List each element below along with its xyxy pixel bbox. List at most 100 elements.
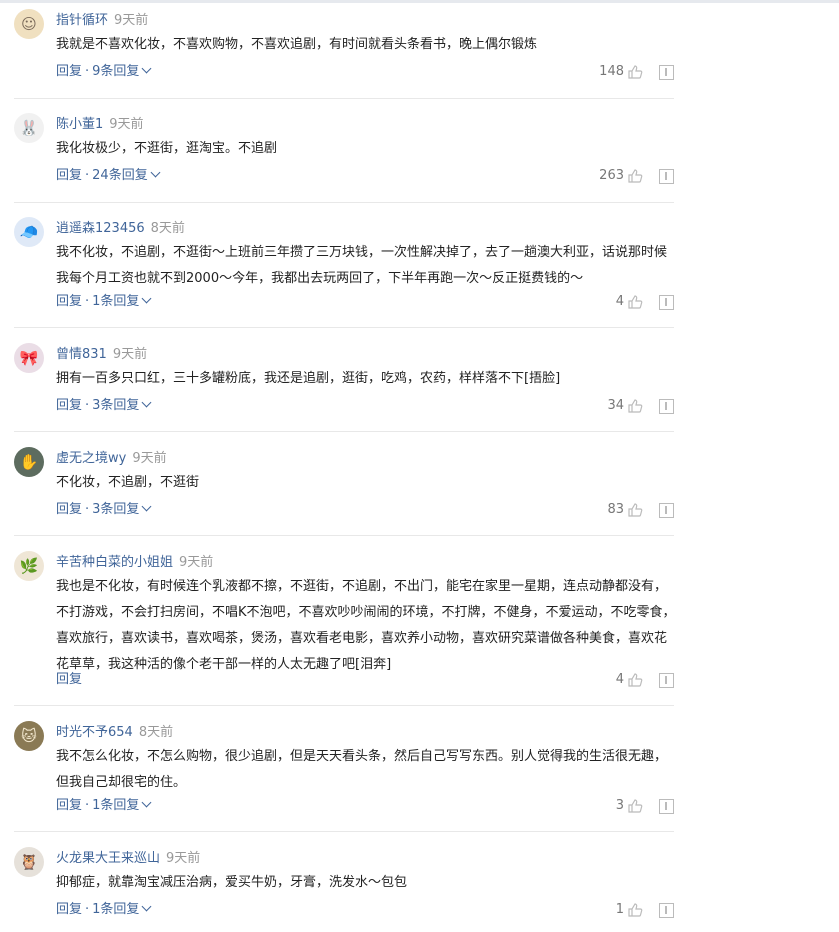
top-divider bbox=[0, 0, 839, 3]
user-avatar-icon[interactable]: 🌿 bbox=[14, 551, 44, 581]
replies-count: 1条回复 bbox=[92, 902, 140, 917]
chevron-down-icon bbox=[141, 293, 152, 304]
comment-item: 🦉 火龙果大王来巡山 9天前 抑郁症，就靠淘宝减压治病，爱买牛奶，牙膏，洗发水～包… bbox=[14, 847, 674, 931]
username[interactable]: 时光不予654 bbox=[56, 725, 133, 740]
timestamp: 9天前 bbox=[114, 13, 149, 28]
thumbs-up-icon[interactable] bbox=[627, 64, 643, 80]
comment-footer: 回复 · 9条回复 148 bbox=[56, 62, 674, 82]
comment-text: 抑郁症，就靠淘宝减压治病，爱买牛奶，牙膏，洗发水～包包 bbox=[56, 875, 408, 890]
separator-dot: · bbox=[85, 294, 90, 309]
thumbs-up-icon[interactable] bbox=[627, 294, 643, 310]
thumbs-up-icon[interactable] bbox=[627, 502, 643, 518]
report-icon[interactable] bbox=[659, 294, 674, 310]
like-count: 4 bbox=[615, 294, 624, 309]
separator-dot: · bbox=[85, 64, 90, 79]
reply-button[interactable]: 回复 bbox=[56, 168, 82, 183]
separator-dot: · bbox=[85, 502, 90, 517]
replies-count: 1条回复 bbox=[92, 798, 140, 813]
separator-dot: · bbox=[85, 798, 90, 813]
user-avatar-icon[interactable]: 🎀 bbox=[14, 343, 44, 373]
username[interactable]: 逍遥森123456 bbox=[56, 221, 145, 236]
user-avatar-icon[interactable]: ☺ bbox=[14, 9, 44, 39]
comment-item: 🧢 逍遥森123456 8天前 我不化妆，不追剧，不逛街～上班前三年攒了三万块钱，… bbox=[14, 217, 674, 328]
user-avatar-icon[interactable]: 🐰 bbox=[14, 113, 44, 143]
comment-footer: 回复 · 1条回复 3 bbox=[56, 796, 674, 816]
comment-item: ☺ 指针循环 9天前 我就是不喜欢化妆，不喜欢购物，不喜欢追剧，有时间就看头条看书… bbox=[14, 9, 674, 99]
report-icon[interactable] bbox=[659, 398, 674, 414]
user-avatar-icon[interactable]: 🦉 bbox=[14, 847, 44, 877]
separator-dot: · bbox=[85, 168, 90, 183]
view-replies-button[interactable]: 3条回复 bbox=[92, 501, 152, 517]
comment-text: 我也是不化妆，有时候连个乳液都不擦，不逛街，不追剧，不出门，能宅在家里一星期，连… bbox=[56, 579, 676, 672]
replies-count: 9条回复 bbox=[92, 64, 140, 79]
comment-footer: 回复 · 3条回复 34 bbox=[56, 396, 674, 416]
report-icon[interactable] bbox=[659, 672, 674, 688]
thumbs-up-icon[interactable] bbox=[627, 902, 643, 918]
like-count: 3 bbox=[615, 798, 624, 813]
reply-button[interactable]: 回复 bbox=[56, 294, 82, 309]
comment-text: 我不怎么化妆，不怎么购物，很少追剧，但是天天看头条，然后自己写写东西。别人觉得我… bbox=[56, 749, 668, 790]
like-count: 4 bbox=[615, 672, 624, 687]
chevron-down-icon bbox=[141, 901, 152, 912]
comment-item: ✋ 虚无之境wy 9天前 不化妆，不追剧，不逛街 回复 · 3条回复 83 bbox=[14, 447, 674, 536]
comment-text: 我就是不喜欢化妆，不喜欢购物，不喜欢追剧，有时间就看头条看书，晚上偶尔锻炼 bbox=[56, 37, 538, 52]
chevron-down-icon bbox=[141, 501, 152, 512]
comment-footer: 回复 · 3条回复 83 bbox=[56, 500, 674, 520]
view-replies-button[interactable]: 1条回复 bbox=[92, 797, 152, 813]
user-avatar-icon[interactable]: 🧢 bbox=[14, 217, 44, 247]
thumbs-up-icon[interactable] bbox=[627, 398, 643, 414]
timestamp: 9天前 bbox=[166, 851, 201, 866]
separator-dot: · bbox=[85, 902, 90, 917]
like-count: 148 bbox=[599, 64, 624, 79]
comment-text: 拥有一百多只口红，三十多罐粉底，我还是追剧，逛街，吃鸡，农药，样样落不下[捂脸] bbox=[56, 371, 561, 386]
comment-text: 我化妆极少，不逛街，逛淘宝。不追剧 bbox=[56, 141, 278, 156]
timestamp: 8天前 bbox=[150, 221, 185, 236]
username[interactable]: 曾情831 bbox=[56, 347, 107, 362]
reply-button[interactable]: 回复 bbox=[56, 672, 82, 687]
view-replies-button[interactable]: 24条回复 bbox=[92, 167, 161, 183]
view-replies-button[interactable]: 3条回复 bbox=[92, 397, 152, 413]
comment-item: 🐱 时光不予654 8天前 我不怎么化妆，不怎么购物，很少追剧，但是天天看头条，然… bbox=[14, 721, 674, 832]
comment-item: 🐰 陈小董1 9天前 我化妆极少，不逛街，逛淘宝。不追剧 回复 · 24条回复 263 bbox=[14, 113, 674, 203]
report-icon[interactable] bbox=[659, 64, 674, 80]
view-replies-button[interactable]: 1条回复 bbox=[92, 901, 152, 917]
timestamp: 9天前 bbox=[132, 451, 167, 466]
username[interactable]: 火龙果大王来巡山 bbox=[56, 851, 160, 866]
comment-footer: 回复 · 1条回复 4 bbox=[56, 292, 674, 312]
report-icon[interactable] bbox=[659, 168, 674, 184]
thumbs-up-icon[interactable] bbox=[627, 168, 643, 184]
report-icon[interactable] bbox=[659, 902, 674, 918]
view-replies-button[interactable]: 1条回复 bbox=[92, 293, 152, 309]
view-replies-button[interactable]: 9条回复 bbox=[92, 63, 152, 79]
chevron-down-icon bbox=[150, 167, 161, 178]
thumbs-up-icon[interactable] bbox=[627, 672, 643, 688]
timestamp: 9天前 bbox=[112, 347, 148, 362]
timestamp: 9天前 bbox=[179, 555, 214, 570]
comment-footer: 回复 · 1条回复 1 bbox=[56, 900, 674, 920]
reply-button[interactable]: 回复 bbox=[56, 798, 82, 813]
username[interactable]: 虚无之境wy bbox=[56, 451, 126, 466]
comment-footer: 回复 4 bbox=[56, 670, 674, 690]
username[interactable]: 陈小董1 bbox=[56, 117, 103, 132]
username[interactable]: 指针循环 bbox=[56, 13, 108, 28]
chevron-down-icon bbox=[141, 797, 152, 808]
report-icon[interactable] bbox=[659, 502, 674, 518]
user-avatar-icon[interactable]: ✋ bbox=[14, 447, 44, 477]
like-count: 263 bbox=[599, 168, 624, 183]
comment-item: 🌿 辛苦种白菜的小姐姐 9天前 我也是不化妆，有时候连个乳液都不擦，不逛街，不追剧… bbox=[14, 551, 676, 706]
reply-button[interactable]: 回复 bbox=[56, 398, 82, 413]
reply-button[interactable]: 回复 bbox=[56, 902, 82, 917]
like-count: 83 bbox=[607, 502, 624, 517]
username[interactable]: 辛苦种白菜的小姐姐 bbox=[56, 555, 173, 570]
reply-button[interactable]: 回复 bbox=[56, 64, 82, 79]
separator-dot: · bbox=[85, 398, 90, 413]
reply-button[interactable]: 回复 bbox=[56, 502, 82, 517]
replies-count: 3条回复 bbox=[92, 502, 140, 517]
timestamp: 8天前 bbox=[138, 725, 174, 740]
like-count: 34 bbox=[607, 398, 624, 413]
replies-count: 24条回复 bbox=[92, 168, 148, 183]
thumbs-up-icon[interactable] bbox=[627, 798, 643, 814]
report-icon[interactable] bbox=[659, 798, 674, 814]
user-avatar-icon[interactable]: 🐱 bbox=[14, 721, 44, 751]
comment-text: 我不化妆，不追剧，不逛街～上班前三年攒了三万块钱，一次性解决掉了，去了一趟澳大利… bbox=[56, 245, 668, 286]
